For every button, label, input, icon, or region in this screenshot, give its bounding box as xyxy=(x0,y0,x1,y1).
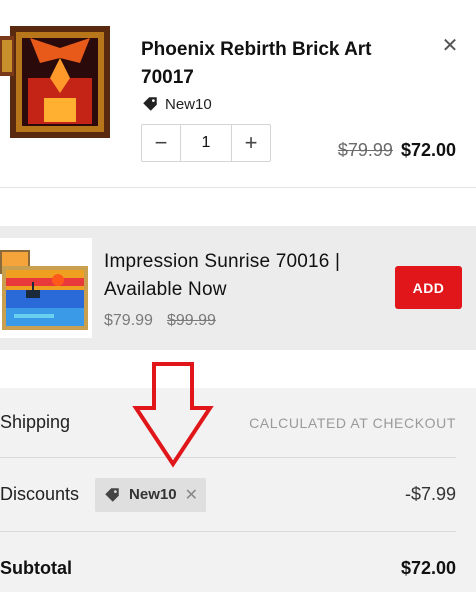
final-price: $72.00 xyxy=(400,140,456,160)
original-price: $79.99 xyxy=(337,140,393,160)
discount-chip: New10 ✕ xyxy=(95,477,206,512)
subtotal-value: $72.00 xyxy=(400,557,456,578)
shipping-row: Shipping CALCULATED AT CHECKOUT xyxy=(0,388,456,458)
remove-item-button[interactable]: ✕ xyxy=(438,34,462,58)
discount-chip-code: New10 xyxy=(129,486,177,503)
subtotal-row: Subtotal $72.00 xyxy=(0,548,456,588)
discount-code-text: New10 xyxy=(165,95,212,113)
item-price: $79.99 $72.00 xyxy=(338,140,456,161)
shipping-note: CALCULATED AT CHECKOUT xyxy=(249,414,456,431)
tag-icon xyxy=(143,97,157,111)
tag-icon xyxy=(105,487,119,502)
upsell-compare-price: $99.99 xyxy=(166,312,216,329)
plus-icon: + xyxy=(244,130,258,155)
upsell-prices: $79.99 $99.99 xyxy=(104,312,216,330)
discount-value: -$7.99 xyxy=(404,484,456,504)
quantity-stepper: − 1 + xyxy=(141,124,271,162)
product-title[interactable]: Phoenix Rebirth Brick Art 70017 xyxy=(141,36,391,92)
product-image-phoenix[interactable] xyxy=(0,18,122,142)
close-icon: ✕ xyxy=(441,35,459,57)
remove-discount-button[interactable]: ✕ xyxy=(185,485,198,505)
upsell-product: Impression Sunrise 70016 | Available Now… xyxy=(0,226,476,350)
upsell-sale-price: $79.99 xyxy=(104,312,153,329)
upsell-title[interactable]: Impression Sunrise 70016 | Available Now xyxy=(104,248,374,304)
shipping-label: Shipping xyxy=(0,412,71,432)
subtotal-label: Subtotal xyxy=(0,557,72,578)
applied-discount-code: New10 xyxy=(141,94,212,114)
product-image-sunrise[interactable] xyxy=(0,238,92,338)
minus-icon: − xyxy=(154,130,168,155)
quantity-decrease-button[interactable]: − xyxy=(142,125,180,161)
discounts-row: Discounts New10 ✕ -$7.99 xyxy=(0,458,456,532)
quantity-increase-button[interactable]: + xyxy=(232,125,270,161)
discounts-label: Discounts xyxy=(0,484,80,504)
add-upsell-button[interactable]: ADD xyxy=(395,266,462,309)
discounts-left: Discounts New10 ✕ xyxy=(0,477,206,512)
order-summary: Shipping CALCULATED AT CHECKOUT Discount… xyxy=(0,388,476,592)
quantity-input[interactable]: 1 xyxy=(180,125,232,161)
cart-item: Phoenix Rebirth Brick Art 70017 ✕ New10 … xyxy=(0,0,476,188)
